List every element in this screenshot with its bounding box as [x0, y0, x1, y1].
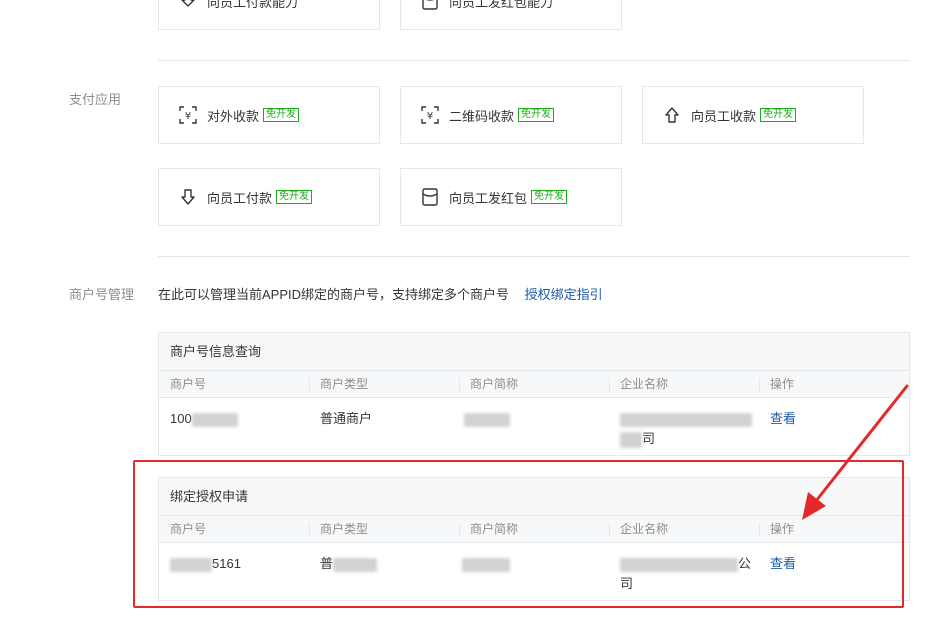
cell-company-name: 司: [609, 398, 759, 454]
card-qrcode-receipt[interactable]: ¥ 二维码收款 免开发: [400, 86, 622, 144]
divider: [158, 256, 910, 257]
card-label: 向员工发红包能力: [449, 0, 554, 10]
cell-short-name: [459, 398, 609, 454]
divider: [158, 60, 910, 61]
merchant-description: 在此可以管理当前APPID绑定的商户号，支持绑定多个商户号 授权绑定指引: [158, 284, 603, 303]
panel-title: 商户号信息查询: [159, 333, 909, 371]
svg-text:¥: ¥: [185, 111, 191, 122]
col-merchant-type: 商户类型: [309, 516, 459, 543]
col-merchant-short-name: 商户简称: [459, 371, 609, 398]
col-company-name: 企业名称: [609, 516, 759, 543]
cell-merchant-type: 普通商户: [320, 411, 373, 426]
receive-up-icon: [661, 104, 683, 126]
card-label: 对外收款: [207, 108, 260, 124]
cell-short-name: [459, 543, 609, 599]
section-label-merchant: 商户号管理: [69, 287, 135, 302]
view-link[interactable]: 查看: [770, 556, 796, 571]
merchant-type-text: 普: [320, 556, 334, 571]
qrcode-yuan-icon: ¥: [419, 104, 441, 126]
redacted-block: [333, 557, 378, 572]
company-suffix: 公: [738, 556, 752, 571]
company-line2: 司: [620, 576, 634, 591]
card-pay-employee-capability[interactable]: 向员工付款能力: [158, 0, 380, 30]
cell-merchant-id: 5161: [159, 543, 309, 599]
merchant-desc-text: 在此可以管理当前APPID绑定的商户号，支持绑定多个商户号: [158, 287, 510, 302]
bind-guide-link[interactable]: 授权绑定指引: [525, 287, 603, 302]
no-dev-badge: 免开发: [518, 108, 555, 122]
card-label: 向员工发红包: [449, 190, 528, 206]
redacted-block: [620, 557, 738, 572]
no-dev-badge: 免开发: [276, 190, 313, 204]
scan-yuan-icon: ¥: [177, 104, 199, 126]
cell-merchant-id: 100: [159, 398, 309, 454]
redacted-block: [620, 431, 642, 448]
cell-merchant-type: 普: [309, 543, 459, 599]
redacted-block: [462, 557, 510, 572]
table-row: 5161 普 公 司 查看: [159, 543, 909, 599]
annotation-arrow-icon: [802, 384, 909, 520]
card-label: 向员工付款能力: [207, 0, 299, 10]
no-dev-badge: 免开发: [263, 108, 300, 122]
redpacket-icon: [419, 0, 441, 12]
col-company-name: 企业名称: [609, 371, 759, 398]
card-pay-employee[interactable]: 向员工付款 免开发: [158, 168, 380, 226]
col-merchant-type: 商户类型: [309, 371, 459, 398]
card-external-receipt[interactable]: ¥ 对外收款 免开发: [158, 86, 380, 144]
merchant-id-text: 100: [170, 411, 192, 426]
pay-down-icon: [177, 0, 199, 12]
company-suffix: 司: [642, 431, 656, 446]
card-redpacket-capability[interactable]: 向员工发红包能力: [400, 0, 622, 30]
cell-action: 查看: [759, 543, 909, 599]
card-label: 向员工付款: [207, 190, 273, 206]
col-merchant-id: 商户号: [170, 521, 207, 536]
redpacket-icon: [419, 186, 441, 208]
card-label: 向员工收款: [691, 108, 757, 124]
redacted-block: [620, 412, 752, 427]
card-receive-from-employee[interactable]: 向员工收款 免开发: [642, 86, 864, 144]
card-employee-redpacket[interactable]: 向员工发红包 免开发: [400, 168, 622, 226]
col-merchant-short-name: 商户简称: [459, 516, 609, 543]
section-label-pay-apps: 支付应用: [69, 92, 122, 107]
cell-company-name: 公 司: [609, 543, 759, 599]
redacted-block: [464, 412, 510, 427]
redacted-block: [191, 412, 238, 427]
pay-down-icon: [177, 186, 199, 208]
no-dev-badge: 免开发: [760, 108, 797, 122]
svg-text:¥: ¥: [427, 111, 433, 122]
col-merchant-id: 商户号: [170, 376, 207, 391]
no-dev-badge: 免开发: [531, 190, 568, 204]
redacted-block: [170, 557, 212, 572]
merchant-id-text: 5161: [212, 556, 241, 571]
card-label: 二维码收款: [449, 108, 515, 124]
